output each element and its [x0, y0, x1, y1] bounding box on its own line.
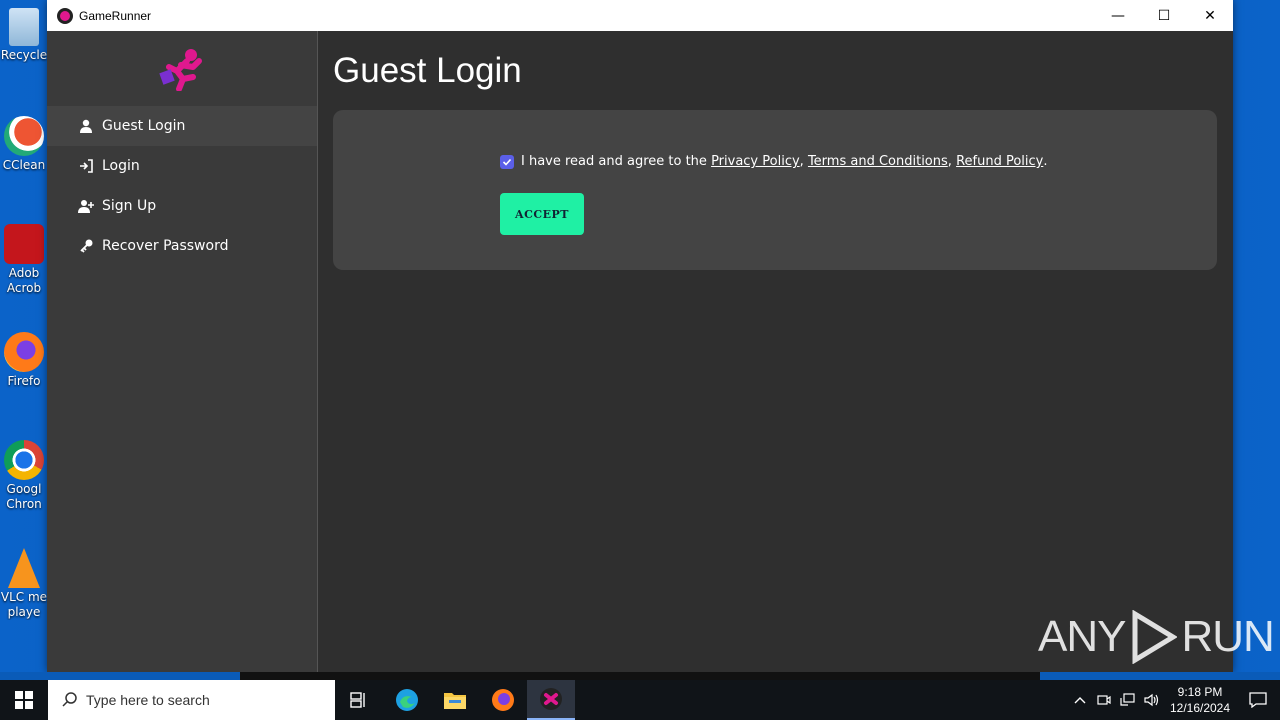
- system-tray: 9:18 PM 12/16/2024: [1068, 680, 1280, 720]
- search-icon: [62, 691, 78, 710]
- desktop-icon-label: Chron: [6, 497, 42, 511]
- refund-policy-link[interactable]: Refund Policy: [956, 154, 1043, 169]
- accept-button[interactable]: ACCEPT: [500, 193, 584, 235]
- agreement-text: I have read and agree to the: [521, 154, 707, 169]
- volume-icon: [1144, 693, 1159, 707]
- meet-icon: [1097, 695, 1111, 705]
- key-icon: [78, 238, 94, 254]
- taskbar-file-explorer[interactable]: [431, 680, 479, 720]
- gamerunner-window: GameRunner — ☐ ✕ Guest Login Login Sign …: [47, 0, 1233, 672]
- sidebar: Guest Login Login Sign Up Recover Passwo…: [47, 31, 318, 672]
- desktop-icon-recycle-bin[interactable]: Recycle: [0, 8, 48, 63]
- taskbar-firefox[interactable]: [479, 680, 527, 720]
- link-separator: ,: [799, 154, 804, 169]
- gamerunner-logo-icon: [159, 49, 202, 91]
- window-title: GameRunner: [79, 8, 152, 23]
- minimize-button[interactable]: —: [1095, 0, 1141, 31]
- gamerunner-icon: [540, 688, 562, 710]
- sidebar-item-label: Sign Up: [102, 198, 157, 214]
- sidebar-item-label: Guest Login: [102, 118, 186, 134]
- watermark-right: RUN: [1181, 612, 1274, 661]
- clock-date: 12/16/2024: [1169, 701, 1231, 715]
- taskbar-edge[interactable]: [383, 680, 431, 720]
- sidebar-nav: Guest Login Login Sign Up Recover Passwo…: [47, 106, 317, 266]
- sidebar-item-label: Login: [102, 158, 140, 174]
- task-view-icon: [350, 692, 365, 708]
- terms-and-conditions-link[interactable]: Terms and Conditions: [808, 154, 948, 169]
- close-button[interactable]: ✕: [1187, 0, 1233, 31]
- desktop-icon-label: VLC me: [0, 590, 48, 604]
- desktop-icon-label: playe: [7, 605, 41, 619]
- taskbar: Type here to search 9:18 PM 12/16/2024: [0, 680, 1280, 720]
- page-title: Guest Login: [333, 51, 522, 90]
- sidebar-item-login[interactable]: Login: [47, 146, 317, 186]
- sidebar-item-label: Recover Password: [102, 238, 229, 254]
- start-button[interactable]: [0, 680, 48, 720]
- edge-icon: [396, 689, 418, 711]
- desktop-icon-ccleaner[interactable]: CClean: [0, 116, 48, 173]
- desktop-icon-label: Googl: [6, 482, 42, 496]
- chrome-icon: [4, 440, 44, 480]
- play-triangle-icon: [1132, 610, 1178, 664]
- adobe-acrobat-icon: [4, 224, 44, 264]
- desktop-icon-label: Firefo: [7, 374, 41, 388]
- taskbar-top-strip: [0, 672, 1280, 680]
- taskbar-search-box[interactable]: Type here to search: [48, 680, 335, 720]
- network-button[interactable]: [1116, 680, 1140, 720]
- desktop-icon-firefox[interactable]: Firefo: [0, 332, 48, 389]
- notification-icon: [1249, 692, 1267, 708]
- agreement-end: .: [1043, 154, 1048, 169]
- vlc-icon: [8, 548, 40, 588]
- checkmark-icon: [502, 158, 512, 166]
- watermark-left: ANY: [1038, 612, 1126, 661]
- anyrun-watermark: ANY RUN: [1038, 610, 1275, 664]
- chevron-up-icon: [1074, 697, 1086, 704]
- user-plus-icon: [78, 198, 94, 214]
- desktop-icon-label: Acrob: [6, 281, 42, 295]
- main-content: Guest Login I have read and agree to the…: [318, 31, 1233, 672]
- sidebar-item-recover-password[interactable]: Recover Password: [47, 226, 317, 266]
- login-icon: [78, 158, 94, 174]
- meet-now-button[interactable]: [1092, 680, 1116, 720]
- guest-login-card: I have read and agree to the Privacy Pol…: [333, 110, 1217, 270]
- clock-time: 9:18 PM: [1177, 685, 1223, 699]
- taskbar-gamerunner[interactable]: [527, 680, 575, 720]
- desktop-icon-label: Adob: [8, 266, 40, 280]
- task-view-button[interactable]: [335, 680, 383, 720]
- windows-logo-icon: [15, 691, 33, 709]
- agreement-row: I have read and agree to the Privacy Pol…: [500, 154, 1047, 169]
- folder-icon: [444, 693, 466, 709]
- app-icon: [57, 7, 73, 24]
- window-controls: — ☐ ✕: [1095, 0, 1233, 31]
- notifications-button[interactable]: [1236, 680, 1280, 720]
- sidebar-item-guest-login[interactable]: Guest Login: [47, 106, 317, 146]
- volume-button[interactable]: [1140, 680, 1164, 720]
- recycle-bin-icon: [9, 8, 39, 46]
- privacy-policy-link[interactable]: Privacy Policy: [711, 154, 800, 169]
- link-separator: ,: [947, 154, 952, 169]
- desktop-icon-adobe-acrobat[interactable]: Adob Acrob: [0, 224, 48, 296]
- firefox-icon: [492, 689, 514, 711]
- sidebar-item-sign-up[interactable]: Sign Up: [47, 186, 317, 226]
- desktop-icon-vlc[interactable]: VLC me playe: [0, 548, 48, 620]
- firefox-icon: [4, 332, 44, 372]
- show-hidden-icons-button[interactable]: [1068, 680, 1092, 720]
- user-icon: [78, 118, 94, 134]
- desktop-icon-label: CClean: [2, 158, 46, 172]
- title-bar[interactable]: GameRunner — ☐ ✕: [47, 0, 1233, 31]
- desktop-icon-google-chrome[interactable]: Googl Chron: [0, 440, 48, 512]
- clock[interactable]: 9:18 PM 12/16/2024: [1164, 684, 1236, 716]
- ccleaner-icon: [4, 116, 44, 156]
- maximize-button[interactable]: ☐: [1141, 0, 1187, 31]
- desktop-icon-label: Recycle: [0, 48, 48, 62]
- network-icon: [1120, 693, 1135, 706]
- agree-checkbox[interactable]: [500, 154, 514, 169]
- search-placeholder: Type here to search: [86, 692, 210, 708]
